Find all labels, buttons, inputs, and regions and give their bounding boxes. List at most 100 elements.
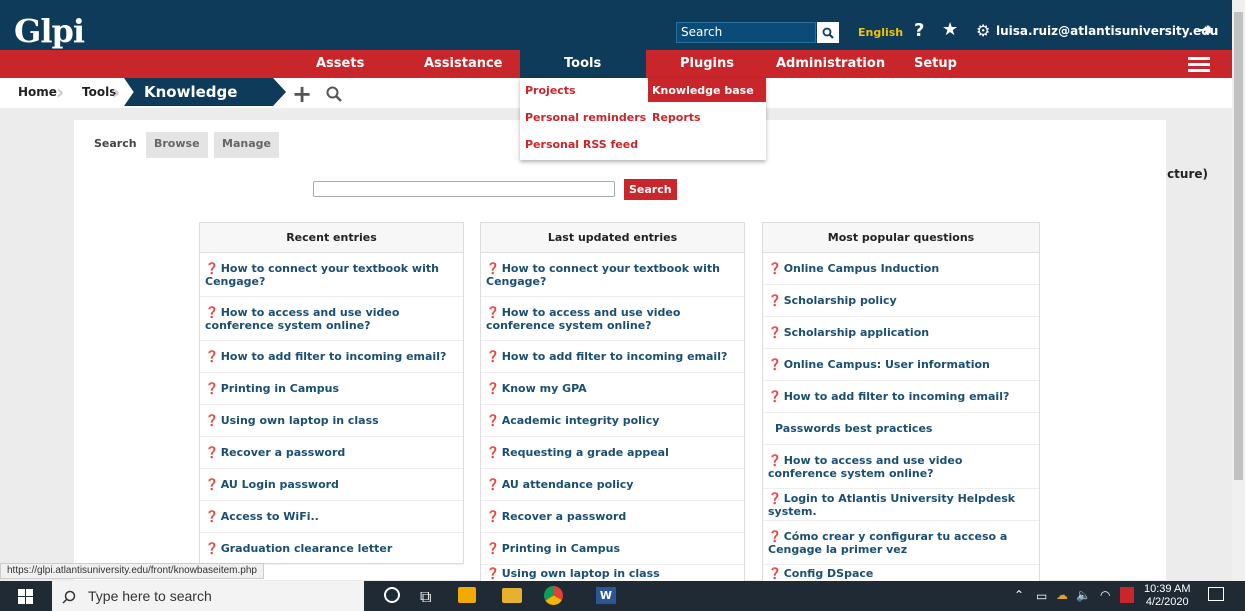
notification-icon[interactable]: [1208, 587, 1224, 601]
menu-setup[interactable]: Setup: [914, 56, 957, 71]
list-item[interactable]: ❓ AU Login password: [200, 469, 463, 501]
question-icon: ❓: [486, 382, 500, 395]
search-list-icon[interactable]: [326, 86, 342, 106]
recent-entries-column: Recent entries ❓ How to connect your text…: [199, 222, 464, 565]
question-icon: ❓: [486, 305, 500, 319]
volume-icon[interactable]: 🔈: [1076, 588, 1091, 602]
question-icon: ❓: [768, 529, 782, 543]
question-icon: ❓: [205, 261, 219, 275]
question-icon: ❓: [486, 414, 500, 427]
kb-search-button[interactable]: Search: [624, 179, 677, 200]
main-menu: Assets Assistance Tools Plugins Administ…: [0, 50, 1232, 78]
list-item[interactable]: ❓ Academic integrity policy: [481, 405, 744, 437]
menu-assistance[interactable]: Assistance: [424, 56, 503, 71]
list-item[interactable]: ❓ How to access and use video conference …: [481, 297, 744, 341]
menu-tools[interactable]: Tools: [564, 56, 601, 71]
language-selector[interactable]: English: [858, 26, 903, 39]
antivirus-icon[interactable]: [1120, 587, 1134, 603]
user-email[interactable]: luisa.ruiz@atlantisuniversity.edu: [996, 24, 1218, 38]
column-title: Last updated entries: [481, 223, 744, 253]
help-icon[interactable]: ?: [914, 20, 924, 41]
list-item[interactable]: ❓ Cómo crear y configurar tu acceso a Cen…: [763, 521, 1039, 565]
list-item[interactable]: ❓ Login to Atlantis University Helpdesk s…: [763, 489, 1039, 521]
list-item[interactable]: ❓ Printing in Campus: [200, 373, 463, 405]
list-item[interactable]: ❓ How to connect your textbook with Cenga…: [200, 253, 463, 297]
column-title: Most popular questions: [763, 223, 1039, 253]
scrollbar-thumb[interactable]: [1234, 12, 1243, 480]
star-icon[interactable]: ★: [942, 19, 958, 40]
question-icon: ❓: [205, 446, 219, 459]
list-item[interactable]: ❓ Printing in Campus: [481, 533, 744, 565]
battery-icon[interactable]: ▭: [1036, 589, 1047, 603]
logo-text: Glpi: [14, 12, 85, 50]
cortana-icon[interactable]: [384, 587, 400, 603]
list-item[interactable]: ❓ AU attendance policy: [481, 469, 744, 501]
question-icon: ❓: [768, 390, 782, 403]
list-item[interactable]: ❓ Access to WiFi..: [200, 501, 463, 533]
question-icon: ❓: [205, 305, 219, 319]
store-icon[interactable]: [458, 587, 476, 603]
add-icon[interactable]: +: [292, 80, 312, 108]
question-icon: ❓: [486, 350, 500, 363]
question-icon: ❓: [768, 567, 782, 580]
question-icon: ❓: [486, 478, 500, 491]
question-icon: ❓: [205, 350, 219, 363]
search-icon[interactable]: [817, 22, 839, 43]
list-item[interactable]: ❓ How to add filter to incoming email?: [481, 341, 744, 373]
tab-browse[interactable]: Browse: [146, 132, 208, 158]
menu-plugins[interactable]: Plugins: [680, 56, 734, 71]
taskbar-clock[interactable]: 10:39 AM 4/2/2020: [1144, 583, 1190, 609]
list-item[interactable]: ❓ How to access and use video conference …: [200, 297, 463, 341]
list-item[interactable]: Passwords best practices: [763, 413, 1039, 445]
global-search-input[interactable]: Search: [676, 22, 816, 43]
glpi-logo[interactable]: Glpi: [14, 12, 85, 50]
list-item[interactable]: ❓ Requesting a grade appeal: [481, 437, 744, 469]
menu-administration[interactable]: Administration: [776, 56, 885, 71]
top-header: Glpi Search English ? ★ ⚙ luisa.ruiz@atl…: [0, 0, 1232, 50]
list-item[interactable]: ❓ Online Campus Induction: [763, 253, 1039, 285]
taskbar-search-input[interactable]: Type here to search: [52, 581, 364, 611]
logout-icon[interactable]: ⇥: [1198, 20, 1211, 39]
question-icon: ❓: [205, 414, 219, 427]
network-warning-icon[interactable]: ☁: [1056, 588, 1068, 602]
gear-icon[interactable]: ⚙: [976, 21, 990, 40]
question-icon: ❓: [486, 542, 500, 555]
list-item[interactable]: ❓ Know my GPA: [481, 373, 744, 405]
menu-item-personal-reminders[interactable]: Personal reminders: [525, 111, 646, 124]
clock-time: 10:39 AM: [1144, 583, 1191, 595]
kb-search-input[interactable]: [313, 181, 615, 197]
menu-item-reports[interactable]: Reports: [652, 111, 701, 124]
list-item[interactable]: ❓ Graduation clearance letter: [200, 533, 463, 565]
question-icon: ❓: [768, 491, 782, 505]
menu-assets[interactable]: Assets: [316, 56, 364, 71]
menu-item-personal-rss-feed[interactable]: Personal RSS feed: [525, 138, 638, 151]
task-view-icon[interactable]: ⧉: [420, 587, 431, 607]
chrome-icon[interactable]: [544, 586, 563, 605]
windows-taskbar: Type here to search ⧉ W ⌃ ▭ ☁ 🔈 ◠ 10:39 …: [0, 581, 1245, 611]
list-item[interactable]: ❓ How to add filter to incoming email?: [763, 381, 1039, 413]
hamburger-menu-icon[interactable]: [1188, 54, 1210, 74]
wifi-icon[interactable]: ◠: [1100, 588, 1110, 602]
menu-item-projects[interactable]: Projects: [525, 84, 576, 97]
question-icon: ❓: [768, 294, 782, 307]
list-item[interactable]: ❓ How to connect your textbook with Cenga…: [481, 253, 744, 297]
word-icon[interactable]: W: [596, 587, 616, 604]
chevron-up-icon[interactable]: ⌃: [1014, 588, 1024, 602]
list-item[interactable]: ❓ Using own laptop in class: [200, 405, 463, 437]
breadcrumb-home[interactable]: Home: [18, 85, 57, 99]
menu-item-knowledge-base[interactable]: Knowledge base: [652, 84, 754, 97]
question-icon: ❓: [205, 542, 219, 555]
list-item[interactable]: ❓ Online Campus: User information: [763, 349, 1039, 381]
file-explorer-icon[interactable]: [502, 588, 522, 603]
list-item[interactable]: ❓ How to add filter to incoming email?: [200, 341, 463, 373]
list-item[interactable]: ❓ Scholarship application: [763, 317, 1039, 349]
tab-manage[interactable]: Manage: [214, 132, 279, 158]
list-item[interactable]: ❓ How to access and use video conference …: [763, 445, 1039, 489]
breadcrumb-current[interactable]: Knowledge base: [124, 78, 286, 106]
list-item[interactable]: ❓ Recover a password: [481, 501, 744, 533]
tab-search[interactable]: Search: [86, 132, 145, 158]
question-icon: ❓: [205, 510, 219, 523]
list-item[interactable]: ❓ Scholarship policy: [763, 285, 1039, 317]
windows-start-icon[interactable]: [18, 589, 33, 608]
list-item[interactable]: ❓ Recover a password: [200, 437, 463, 469]
